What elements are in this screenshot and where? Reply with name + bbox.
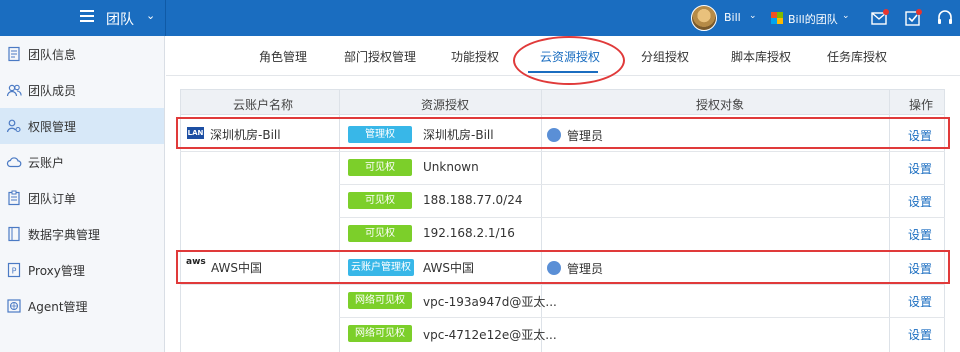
avatar[interactable] bbox=[691, 5, 717, 31]
tab-department-authorization[interactable]: 部门授权管理 bbox=[344, 48, 416, 65]
top-bar: 团队 ⌄ Bill ⌄ Bill的团队 ⌄ bbox=[0, 0, 960, 36]
sidebar-item-label: Agent管理 bbox=[28, 299, 88, 314]
sidebar-item-label: 云账户 bbox=[28, 155, 65, 170]
sidebar-item-cloud-account[interactable]: 云账户 bbox=[0, 144, 164, 180]
sidebar-item-team-info[interactable]: 团队信息 bbox=[0, 36, 164, 72]
sidebar-item-data-dictionary[interactable]: 数据字典管理 bbox=[0, 216, 164, 252]
chevron-down-icon[interactable]: ⌄ bbox=[842, 11, 850, 21]
permission-badge: 可见权 bbox=[348, 225, 412, 242]
settings-link[interactable]: 设置 bbox=[908, 293, 932, 310]
tab-script-library-authorization[interactable]: 脚本库授权 bbox=[731, 48, 791, 65]
sidebar-item-proxy[interactable]: P Proxy管理 bbox=[0, 252, 164, 288]
team-name[interactable]: Bill的团队 bbox=[788, 11, 838, 27]
resource-name: vpc-193a947d@亚太... bbox=[423, 295, 557, 309]
sidebar-item-label: 数据字典管理 bbox=[28, 227, 101, 242]
sidebar-item-label: 团队成员 bbox=[28, 83, 77, 98]
resource-name: 192.168.2.1/16 bbox=[423, 226, 515, 240]
permission-badge: 网络可见权 bbox=[348, 292, 412, 309]
users-icon bbox=[6, 84, 22, 97]
sidebar-item-label: 团队信息 bbox=[28, 47, 77, 62]
menu-icon[interactable] bbox=[80, 10, 94, 24]
cloud-icon bbox=[6, 157, 22, 168]
column-header-target: 授权对象 bbox=[696, 98, 745, 112]
windows-logo-icon bbox=[771, 12, 783, 24]
resource-name: 188.188.77.0/24 bbox=[423, 193, 523, 207]
settings-link[interactable]: 设置 bbox=[908, 226, 932, 243]
settings-link[interactable]: 设置 bbox=[908, 326, 932, 343]
grid-line bbox=[180, 284, 945, 285]
proxy-icon: P bbox=[7, 262, 21, 278]
user-name[interactable]: Bill bbox=[724, 11, 741, 24]
sidebar-item-label: Proxy管理 bbox=[28, 263, 85, 278]
permission-badge: 可见权 bbox=[348, 192, 412, 209]
settings-link[interactable]: 设置 bbox=[908, 160, 932, 177]
document-icon bbox=[8, 46, 20, 62]
chevron-down-icon[interactable]: ⌄ bbox=[146, 9, 155, 22]
user-key-icon bbox=[6, 119, 21, 133]
permission-badge: 网络可见权 bbox=[348, 325, 412, 342]
column-header-resource: 资源授权 bbox=[421, 98, 470, 112]
globe-icon bbox=[7, 299, 21, 313]
grid-line bbox=[180, 151, 945, 152]
tab-group-authorization[interactable]: 分组授权 bbox=[641, 48, 689, 65]
grid-line bbox=[339, 317, 945, 318]
sidebar-item-agent[interactable]: Agent管理 bbox=[0, 288, 164, 324]
task-icon[interactable] bbox=[903, 8, 923, 28]
tab-task-library-authorization[interactable]: 任务库授权 bbox=[827, 48, 887, 65]
sidebar-item-team-members[interactable]: 团队成员 bbox=[0, 72, 164, 108]
table-header: 云账户名称 资源授权 授权对象 操作 bbox=[180, 89, 945, 115]
column-header-account: 云账户名称 bbox=[233, 98, 294, 112]
app-title[interactable]: 团队 bbox=[106, 9, 134, 29]
tab-role-management[interactable]: 角色管理 bbox=[259, 48, 307, 65]
divider bbox=[165, 0, 166, 36]
permission-badge: 可见权 bbox=[348, 159, 412, 176]
headset-icon[interactable] bbox=[935, 8, 955, 28]
resource-name: Unknown bbox=[423, 160, 479, 174]
clipboard-icon bbox=[8, 190, 20, 206]
svg-text:P: P bbox=[12, 267, 17, 276]
resource-name: vpc-4712e12e@亚太... bbox=[423, 328, 557, 342]
chevron-down-icon[interactable]: ⌄ bbox=[749, 11, 757, 21]
sidebar-item-label: 权限管理 bbox=[28, 119, 77, 134]
sidebar: 团队信息 团队成员 权限管理 云账户 团队订单 数据字典管理 P Proxy管理… bbox=[0, 36, 165, 352]
tab-function-authorization[interactable]: 功能授权 bbox=[451, 48, 499, 65]
sidebar-item-permissions[interactable]: 权限管理 bbox=[0, 108, 164, 144]
grid-line bbox=[339, 184, 945, 185]
grid-line bbox=[339, 217, 945, 218]
settings-link[interactable]: 设置 bbox=[908, 193, 932, 210]
book-icon bbox=[8, 226, 20, 242]
column-header-action: 操作 bbox=[909, 98, 934, 112]
highlight-box bbox=[176, 117, 950, 149]
highlight-ellipse bbox=[513, 36, 625, 85]
mail-icon[interactable] bbox=[870, 8, 890, 28]
sidebar-item-team-orders[interactable]: 团队订单 bbox=[0, 180, 164, 216]
highlight-box bbox=[176, 250, 950, 284]
sidebar-item-label: 团队订单 bbox=[28, 191, 77, 206]
